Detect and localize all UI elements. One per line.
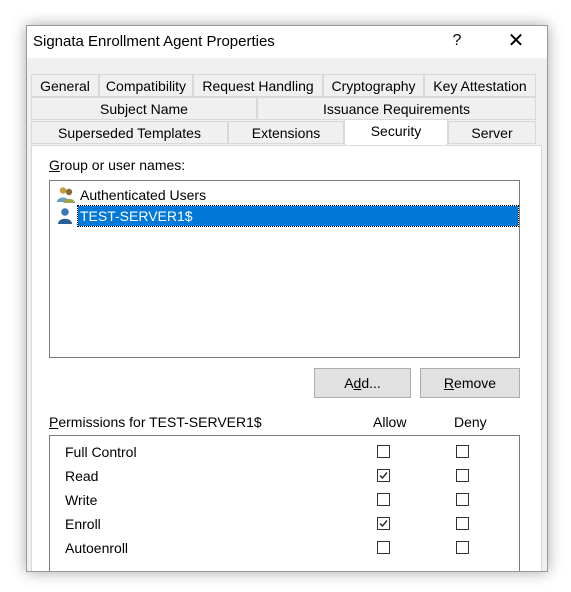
permission-row-autoenroll: Autoenroll [50, 537, 519, 559]
autoenroll-deny-checkbox[interactable] [456, 541, 469, 554]
tab-general[interactable]: General [31, 74, 99, 97]
tab-superseded-templates[interactable]: Superseded Templates [31, 121, 228, 144]
list-item-label: Authenticated Users [80, 187, 207, 203]
remove-button[interactable]: Remove [420, 368, 520, 398]
permission-name: Read [65, 468, 99, 484]
tab-security[interactable]: Security [344, 119, 448, 145]
permission-name: Enroll [65, 516, 101, 532]
write-deny-checkbox[interactable] [456, 493, 469, 506]
enroll-deny-checkbox[interactable] [456, 517, 469, 530]
permission-row-enroll: Enroll [50, 513, 519, 535]
group-user-list[interactable]: Authenticated Users TEST-SERVER1$ [49, 180, 520, 358]
write-allow-checkbox[interactable] [377, 493, 390, 506]
read-deny-checkbox[interactable] [456, 469, 469, 482]
tab-issuance-requirements[interactable]: Issuance Requirements [257, 97, 536, 120]
permissions-label: Permissions for TEST-SERVER1$ [49, 414, 262, 430]
window-title: Signata Enrollment Agent Properties [33, 33, 275, 50]
tab-server[interactable]: Server [448, 121, 536, 144]
allow-column-header: Allow [373, 414, 407, 430]
users-group-icon [56, 186, 76, 204]
tab-extensions[interactable]: Extensions [228, 121, 344, 144]
user-computer-icon [56, 207, 76, 225]
tab-subject-name[interactable]: Subject Name [31, 97, 257, 120]
full-control-deny-checkbox[interactable] [456, 445, 469, 458]
title-bar: Signata Enrollment Agent Properties ? ✕ [27, 26, 547, 58]
tab-key-attestation[interactable]: Key Attestation [424, 74, 536, 97]
full-control-allow-checkbox[interactable] [377, 445, 390, 458]
permission-row-write: Write [50, 489, 519, 511]
permission-name: Write [65, 492, 98, 508]
help-button[interactable]: ? [435, 26, 479, 58]
tab-compatibility[interactable]: Compatibility [99, 74, 193, 97]
enroll-allow-checkbox[interactable] [377, 517, 390, 530]
permissions-list: Full Control Read Write Enroll Autoenrol [49, 435, 520, 571]
close-button[interactable]: ✕ [493, 26, 539, 58]
group-users-label: Group or user names: [49, 157, 186, 173]
tab-cryptography[interactable]: Cryptography [323, 74, 424, 97]
autoenroll-allow-checkbox[interactable] [377, 541, 390, 554]
permission-name: Autoenroll [65, 540, 129, 556]
permission-name: Full Control [65, 444, 137, 460]
security-panel: Group or user names: Authenticated Users [31, 145, 542, 571]
deny-column-header: Deny [454, 414, 487, 430]
list-item-label: TEST-SERVER1$ [77, 205, 519, 227]
add-button[interactable]: Add... [314, 368, 411, 398]
tab-request-handling[interactable]: Request Handling [193, 74, 323, 97]
properties-dialog: Signata Enrollment Agent Properties ? ✕ … [26, 25, 548, 572]
permission-row-read: Read [50, 465, 519, 487]
permission-row-full-control: Full Control [50, 441, 519, 463]
read-allow-checkbox[interactable] [377, 469, 390, 482]
